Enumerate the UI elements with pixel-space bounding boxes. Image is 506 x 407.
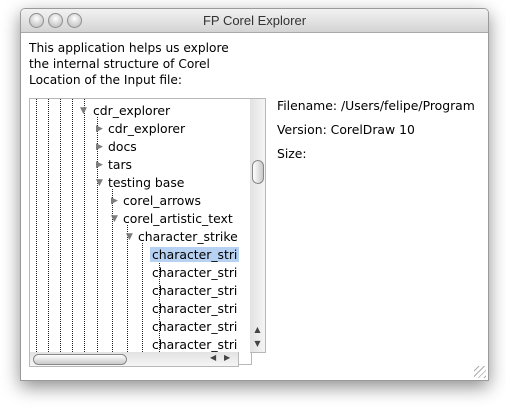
window-title: FP Corel Explorer <box>202 13 307 28</box>
vertical-scroll-thumb[interactable] <box>252 160 264 184</box>
tree-guide-line <box>36 99 37 354</box>
filename-label: Filename: /Users/felipe/Program <box>277 98 475 113</box>
tree-item[interactable]: corel_arrows <box>123 192 201 210</box>
tree-guide-line <box>48 99 49 354</box>
intro-text: This application helps us explore the in… <box>29 40 259 88</box>
tree-item[interactable]: character_strike <box>138 228 238 246</box>
tree-guide-line <box>142 243 143 354</box>
collapsed-triangle-icon[interactable]: ▶ <box>96 156 103 174</box>
tree-item[interactable]: tars <box>108 156 132 174</box>
expanded-triangle-icon[interactable]: ▼ <box>111 210 118 228</box>
tree-item[interactable]: docs <box>108 138 137 156</box>
tree-item[interactable]: corel_artistic_text <box>123 210 233 228</box>
intro-line: the internal structure of Corel <box>29 57 210 71</box>
collapsed-triangle-icon[interactable]: ▶ <box>96 138 103 156</box>
scroll-up-arrow-icon[interactable]: ▲ <box>252 325 263 334</box>
tree-item[interactable]: character_stri <box>152 264 237 282</box>
scroll-right-arrow-icon[interactable]: ▶ <box>224 353 230 362</box>
tree-guide-line <box>72 99 73 354</box>
tree-item-selected[interactable]: character_stri <box>150 246 240 264</box>
expanded-triangle-icon[interactable]: ▼ <box>96 174 103 192</box>
resize-grip-icon[interactable] <box>474 366 486 378</box>
size-label: Size: <box>277 146 307 161</box>
intro-line: This application helps us explore <box>29 41 229 55</box>
tree-item[interactable]: character_stri <box>152 282 237 300</box>
tree-vertical-scrollbar[interactable]: ▲ ▼ <box>250 98 266 353</box>
collapsed-triangle-icon[interactable]: ▶ <box>96 120 103 138</box>
tree-guide-line <box>84 99 85 354</box>
app-window: FP Corel Explorer This application helps… <box>20 8 489 381</box>
tree-item[interactable]: testing base <box>108 174 184 192</box>
collapsed-triangle-icon[interactable]: ▶ <box>111 192 118 210</box>
expanded-triangle-icon[interactable]: ▼ <box>80 102 87 120</box>
tree-item[interactable]: character_stri <box>152 300 237 318</box>
scroll-down-arrow-icon[interactable]: ▼ <box>252 339 263 348</box>
tree-horizontal-scrollbar[interactable]: ◀ ▶ <box>29 352 239 367</box>
expanded-triangle-icon[interactable]: ▼ <box>126 228 133 246</box>
version-label: Version: CorelDraw 10 <box>277 122 415 137</box>
tree-guide-line <box>60 99 61 354</box>
file-tree[interactable]: ▀▀▀▀▀▀ ▼ cdr_explorer ▶ cdr_explorer ▶ d… <box>29 98 252 365</box>
scroll-left-arrow-icon[interactable]: ◀ <box>210 353 216 362</box>
file-location-label: Location of the Input file: <box>29 73 183 87</box>
tree-item[interactable]: cdr_explorer <box>108 120 185 138</box>
selected-item-label: character_stri <box>150 247 240 262</box>
tree-item[interactable]: character_stri <box>152 318 237 336</box>
title-bar[interactable]: FP Corel Explorer <box>21 9 488 33</box>
tree-item[interactable]: cdr_explorer <box>93 102 170 120</box>
horizontal-scroll-thumb[interactable] <box>33 354 127 365</box>
